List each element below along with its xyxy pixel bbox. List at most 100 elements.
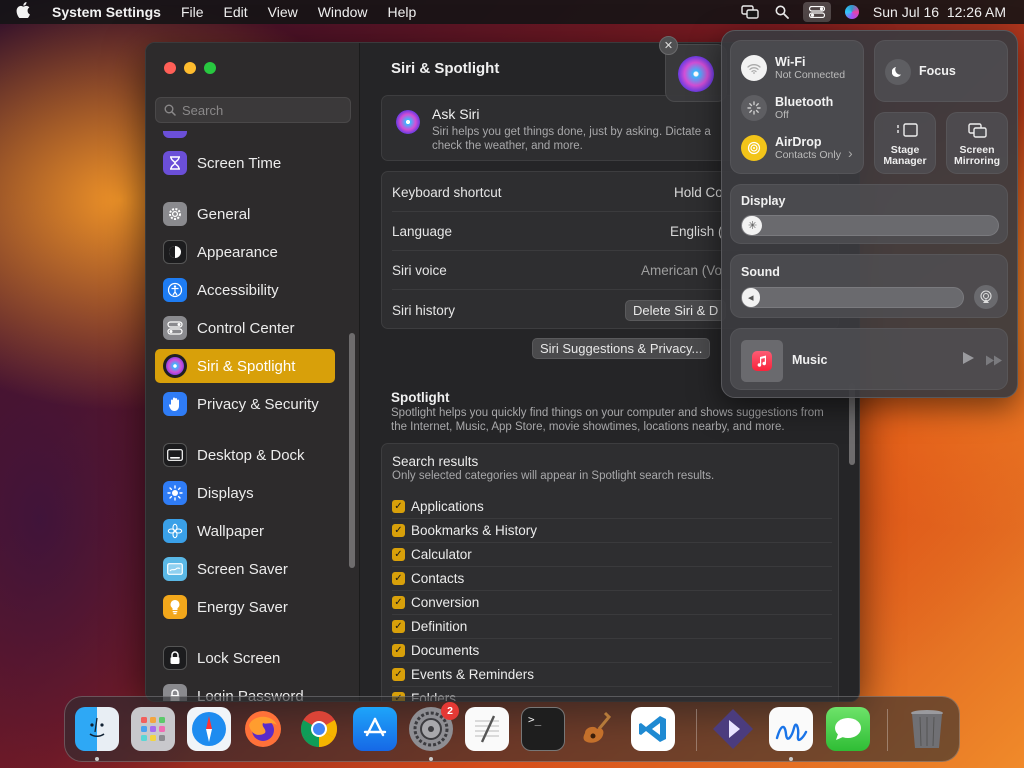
checkmark-icon[interactable]: ✓ xyxy=(392,643,405,657)
play-icon[interactable] xyxy=(962,351,975,370)
siri-voice-value[interactable]: American (Vo xyxy=(641,263,722,278)
launchpad-icon[interactable] xyxy=(131,707,175,751)
chrome-icon[interactable] xyxy=(297,707,341,751)
system-settings-icon[interactable]: 2 xyxy=(409,702,459,751)
textedit-icon[interactable] xyxy=(465,707,509,751)
shortcuts-icon[interactable] xyxy=(711,707,755,751)
freeform-icon[interactable] xyxy=(769,707,813,751)
sidebar-item-partial[interactable] xyxy=(155,131,335,143)
sidebar-item-displays[interactable]: Displays xyxy=(155,476,335,510)
sidebar-item-wallpaper[interactable]: Wallpaper xyxy=(155,514,335,548)
terminal-icon[interactable]: >_ xyxy=(521,707,565,751)
sidebar-item-label: Siri & Spotlight xyxy=(197,357,296,375)
delete-siri-history-button[interactable]: Delete Siri & D xyxy=(625,300,727,321)
checkbox-applications[interactable]: ✓ Applications xyxy=(392,494,832,518)
checkbox-events-reminders[interactable]: ✓ Events & Reminders xyxy=(392,662,832,686)
fast-forward-icon[interactable] xyxy=(985,353,1003,371)
menu-edit[interactable]: Edit xyxy=(214,4,258,20)
checkmark-icon[interactable]: ✓ xyxy=(392,571,405,585)
keyboard-shortcut-popup[interactable]: Hold Co xyxy=(674,185,723,200)
checkbox-label: Applications xyxy=(411,498,484,514)
sidebar-item-accessibility[interactable]: Accessibility xyxy=(155,273,335,307)
display-brightness-slider[interactable]: ✳ xyxy=(741,215,999,236)
screen-mirroring-icon xyxy=(968,123,988,144)
garageband-icon[interactable] xyxy=(575,707,619,751)
safari-icon[interactable] xyxy=(187,707,231,751)
finder-icon[interactable] xyxy=(75,707,119,751)
firefox-icon[interactable] xyxy=(241,707,285,751)
siri-orb-icon xyxy=(678,56,714,92)
checkbox-bookmarks-history[interactable]: ✓ Bookmarks & History xyxy=(392,518,832,542)
menu-file[interactable]: File xyxy=(171,4,214,20)
chevron-right-icon[interactable]: › xyxy=(848,145,853,161)
checkbox-conversion[interactable]: ✓ Conversion xyxy=(392,590,832,614)
siri-menu-icon[interactable] xyxy=(841,3,863,21)
checkmark-icon[interactable]: ✓ xyxy=(392,667,405,681)
sidebar-item-appearance[interactable]: Appearance xyxy=(155,235,335,269)
menu-clock[interactable]: Sun Jul 16 12:26 AM xyxy=(873,4,1006,20)
sidebar-item-desktop-dock[interactable]: Desktop & Dock xyxy=(155,438,335,472)
sidebar-item-siri-spotlight[interactable]: Siri & Spotlight xyxy=(155,349,335,383)
search-icon xyxy=(164,104,176,116)
appearance-icon xyxy=(163,240,187,264)
maximize-window-button[interactable] xyxy=(204,62,216,74)
checkbox-calculator[interactable]: ✓ Calculator xyxy=(392,542,832,566)
app-store-icon[interactable] xyxy=(353,707,397,751)
messages-icon[interactable] xyxy=(826,707,870,751)
focus-tile[interactable]: Focus xyxy=(874,40,1008,102)
spotlight-search-icon[interactable] xyxy=(771,3,793,21)
sidebar-item-general[interactable]: General xyxy=(155,197,335,231)
vscode-icon[interactable] xyxy=(631,707,675,751)
accessibility-icon xyxy=(163,278,187,302)
siri-icon xyxy=(163,354,187,378)
screen-mirroring-menu-icon[interactable] xyxy=(739,3,761,21)
menu-window[interactable]: Window xyxy=(308,4,378,20)
sidebar-item-label: Screen Saver xyxy=(197,560,288,578)
sidebar-scrollbar[interactable] xyxy=(349,333,355,568)
hourglass-icon xyxy=(163,151,187,175)
dock-separator xyxy=(887,709,888,751)
menu-app-name[interactable]: System Settings xyxy=(46,4,171,20)
checkbox-documents[interactable]: ✓ Documents xyxy=(392,638,832,662)
flower-icon xyxy=(163,519,187,543)
connectivity-tile: Wi-Fi Not Connected Bluetooth Off AirDro… xyxy=(730,40,864,174)
siri-suggestions-privacy-button[interactable]: Siri Suggestions & Privacy... xyxy=(532,338,711,359)
menu-help[interactable]: Help xyxy=(378,4,427,20)
sidebar-search[interactable] xyxy=(155,97,351,123)
sidebar-item-screen-time[interactable]: Screen Time xyxy=(155,146,335,180)
sidebar-item-control-center[interactable]: Control Center xyxy=(155,311,335,345)
volume-slider[interactable]: ◂ xyxy=(741,287,964,308)
sidebar-item-label: Displays xyxy=(197,484,254,502)
sidebar-item-privacy-security[interactable]: Privacy & Security xyxy=(155,387,335,421)
airdrop-icon xyxy=(741,135,767,161)
checkbox-definition[interactable]: ✓ Definition xyxy=(392,614,832,638)
checkmark-icon[interactable]: ✓ xyxy=(392,547,405,561)
close-window-button[interactable] xyxy=(164,62,176,74)
sidebar-item-screen-saver[interactable]: Screen Saver xyxy=(155,552,335,586)
siri-icon xyxy=(396,110,420,134)
control-center-menu-icon[interactable] xyxy=(802,2,831,22)
screen-mirroring-tile[interactable]: Screen Mirroring xyxy=(946,112,1008,174)
minimize-window-button[interactable] xyxy=(184,62,196,74)
language-popup[interactable]: English ( xyxy=(670,224,723,239)
checkmark-icon[interactable]: ✓ xyxy=(392,499,405,513)
bluetooth-toggle[interactable]: Bluetooth Off xyxy=(741,95,833,121)
sidebar-item-lock-screen[interactable]: Lock Screen xyxy=(155,641,335,675)
search-input[interactable] xyxy=(182,102,342,118)
screensaver-icon xyxy=(163,557,187,581)
checkmark-icon[interactable]: ✓ xyxy=(392,523,405,537)
checkmark-icon[interactable]: ✓ xyxy=(392,595,405,609)
stage-manager-tile[interactable]: Stage Manager xyxy=(874,112,936,174)
airdrop-toggle[interactable]: AirDrop Contacts Only xyxy=(741,135,845,161)
notification-close-button[interactable]: ✕ xyxy=(659,36,678,55)
music-artwork[interactable] xyxy=(741,340,783,382)
trash-icon[interactable] xyxy=(905,707,949,751)
apple-menu-icon[interactable] xyxy=(0,2,46,22)
checkbox-contacts[interactable]: ✓ Contacts xyxy=(392,566,832,590)
sidebar-item-energy-saver[interactable]: Energy Saver xyxy=(155,590,335,624)
checkmark-icon[interactable]: ✓ xyxy=(392,619,405,633)
menu-view[interactable]: View xyxy=(258,4,308,20)
wifi-icon xyxy=(741,55,767,81)
wifi-toggle[interactable]: Wi-Fi Not Connected xyxy=(741,55,845,81)
airplay-audio-icon[interactable] xyxy=(974,285,998,309)
